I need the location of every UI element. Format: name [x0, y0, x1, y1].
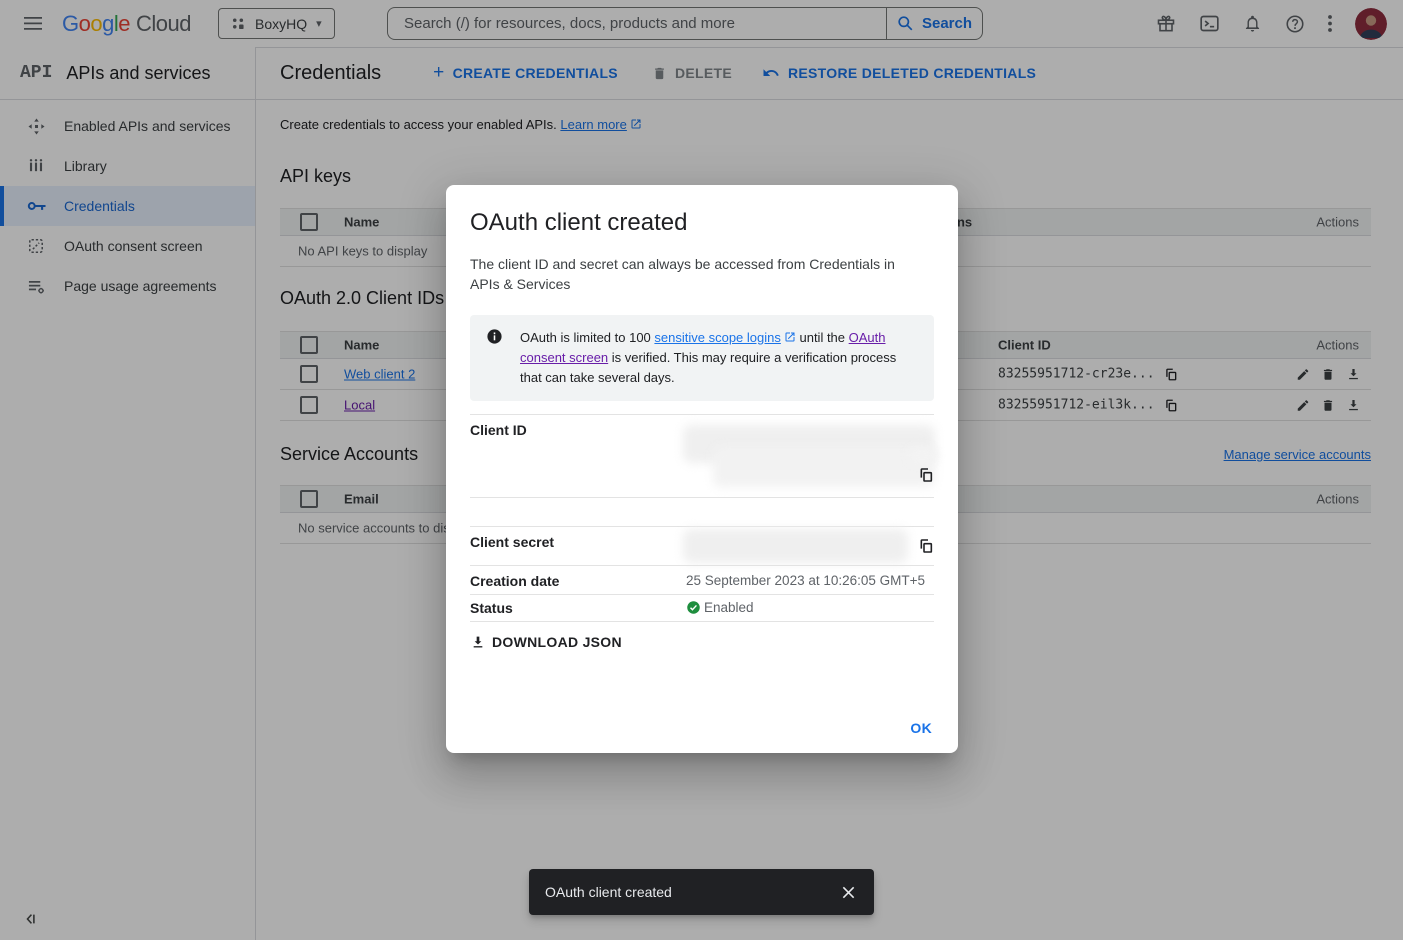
client-id-label: Client ID	[470, 422, 527, 438]
ok-button[interactable]: OK	[910, 720, 932, 736]
client-secret-row: Client secret	[470, 526, 934, 565]
status-value: Enabled	[704, 600, 754, 615]
snackbar-message: OAuth client created	[545, 884, 837, 900]
sensitive-scope-logins-link[interactable]: sensitive scope logins	[654, 330, 780, 345]
client-secret-redacted-value	[683, 529, 908, 563]
download-json-button[interactable]: DOWNLOAD JSON	[470, 634, 622, 650]
client-id-redacted-value	[908, 447, 936, 464]
creation-date-value: 25 September 2023 at 10:26:05 GMT+5	[686, 573, 925, 588]
creation-date-row: Creation date 25 September 2023 at 10:26…	[470, 565, 934, 594]
status-label: Status	[470, 600, 513, 616]
creation-date-label: Creation date	[470, 573, 559, 589]
dialog-title: OAuth client created	[470, 209, 934, 237]
check-circle-icon	[686, 600, 701, 615]
client-id-redacted-value	[713, 447, 935, 487]
download-icon	[470, 634, 486, 650]
copy-client-id-icon[interactable]	[918, 467, 934, 483]
snackbar: OAuth client created	[529, 869, 874, 915]
copy-client-secret-icon[interactable]	[918, 538, 934, 554]
app-root: Google Cloud BoxyHQ ▾ Search	[0, 0, 1403, 940]
dialog-subtitle: The client ID and secret can always be a…	[470, 254, 910, 294]
info-icon	[486, 328, 503, 388]
close-icon[interactable]	[837, 881, 860, 904]
status-badge: Enabled	[686, 600, 754, 615]
status-row: Status Enabled	[470, 594, 934, 621]
client-id-row: Client ID	[470, 414, 934, 497]
oauth-client-created-dialog: OAuth client created The client ID and s…	[446, 185, 958, 753]
spacer-row	[470, 497, 934, 526]
client-details: Client ID Client secret Creation date 25…	[470, 414, 934, 622]
external-link-icon	[784, 331, 796, 343]
client-secret-label: Client secret	[470, 534, 554, 550]
oauth-limit-notice: OAuth is limited to 100 sensitive scope …	[470, 315, 934, 401]
